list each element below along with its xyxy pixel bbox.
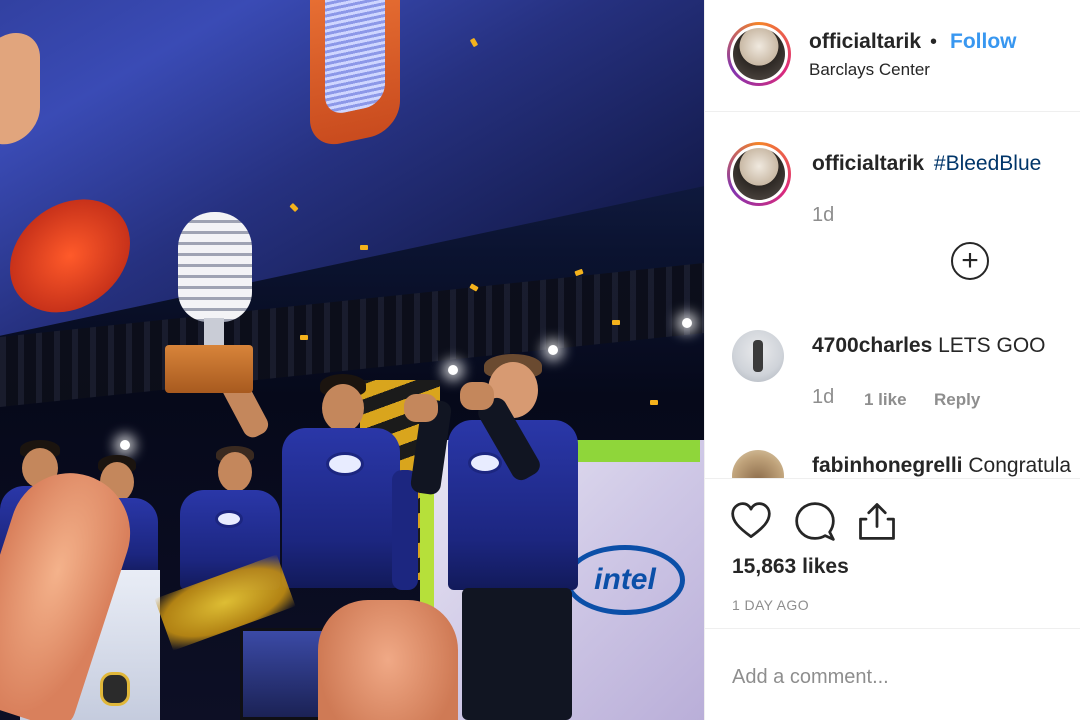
confetti	[300, 335, 308, 340]
fan-hand	[318, 600, 458, 720]
hashtag-link[interactable]: #BleedBlue	[934, 152, 1041, 175]
likes-count[interactable]: 15,863 likes	[732, 555, 849, 579]
comment-avatar[interactable]	[732, 450, 784, 478]
comment-avatar[interactable]	[732, 330, 784, 382]
location-link[interactable]: Barclays Center	[809, 60, 930, 80]
caption-username[interactable]: officialtarik	[812, 152, 924, 175]
confetti	[612, 320, 620, 325]
confetti	[360, 245, 368, 250]
post-photo[interactable]: intel	[0, 0, 704, 720]
plus-circle-icon: +	[961, 244, 979, 277]
heart-icon[interactable]	[729, 499, 773, 543]
trophy-base	[165, 345, 253, 393]
separator-dot: •	[930, 31, 938, 53]
trophy-cup	[178, 212, 252, 322]
stage-light	[448, 365, 458, 375]
comments-list[interactable]: officialtarik #BleedBlue 1d + 4700charle…	[705, 112, 1080, 478]
trophy-stem	[204, 318, 224, 348]
comment-username[interactable]: 4700charles	[812, 334, 932, 357]
comment-likes[interactable]: 1 like	[864, 390, 907, 410]
caption-time[interactable]: 1d	[812, 204, 834, 227]
comment-text: Congratula	[968, 454, 1072, 477]
stage-light	[548, 345, 558, 355]
stage-light	[682, 318, 692, 328]
intel-logo: intel	[565, 545, 685, 615]
post-side-panel: officialtarik • Follow Barclays Center o…	[704, 0, 1080, 720]
comment-text: LETS GOO	[938, 334, 1046, 357]
reply-button[interactable]: Reply	[934, 390, 980, 410]
follow-button[interactable]: Follow	[950, 30, 1017, 54]
stage-green-stripe	[560, 440, 700, 462]
avatar[interactable]	[727, 22, 791, 86]
comment-username[interactable]: fabinhonegrelli	[812, 454, 963, 477]
comment-input[interactable]	[732, 657, 1052, 697]
post-username[interactable]: officialtarik	[809, 30, 921, 54]
stage-light	[120, 440, 130, 450]
speech-bubble-icon[interactable]	[793, 499, 837, 543]
load-more-comments-button[interactable]: +	[951, 242, 989, 280]
confetti	[650, 400, 658, 405]
add-comment-bar	[705, 628, 1080, 720]
share-icon[interactable]	[855, 499, 899, 543]
post-actions: 15,863 likes 1 DAY AGO	[705, 478, 1080, 628]
post-header: officialtarik • Follow Barclays Center	[705, 0, 1080, 112]
comment-time[interactable]: 1d	[812, 386, 834, 409]
post-timestamp[interactable]: 1 DAY AGO	[732, 597, 809, 613]
caption-avatar[interactable]	[727, 142, 791, 206]
